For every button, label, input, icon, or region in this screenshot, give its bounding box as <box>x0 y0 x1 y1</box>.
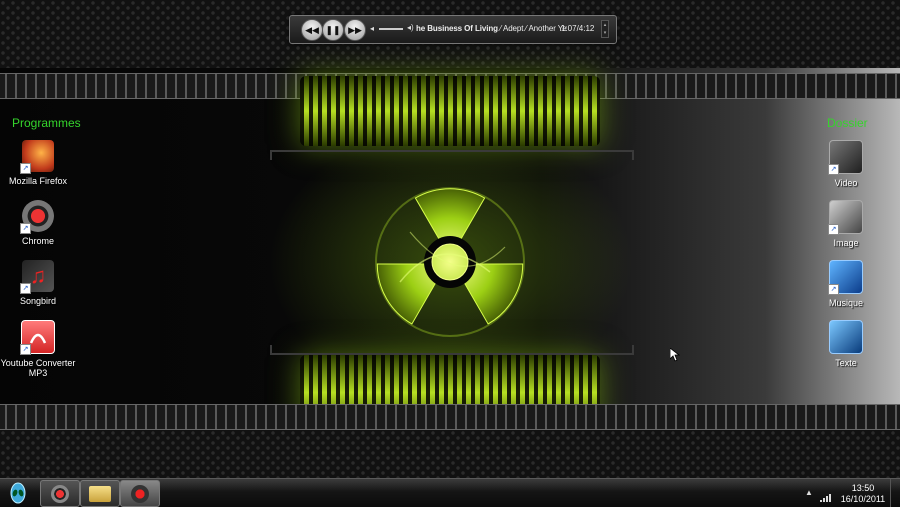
folder-icon <box>89 485 111 502</box>
shortcut-arrow-icon: ↗ <box>20 344 31 355</box>
image-folder-icon: ↗ <box>828 200 863 235</box>
songbird-icon: ♫ ↗ <box>20 260 54 294</box>
volume-slider[interactable] <box>379 28 403 30</box>
shortcut-arrow-icon: ↗ <box>20 223 31 234</box>
desktop-icon-label: Musique <box>828 298 864 308</box>
volume-high-icon[interactable]: ◂) <box>407 23 414 32</box>
shortcut-arrow-icon: ↗ <box>828 224 839 235</box>
shortcut-arrow-icon: ↗ <box>828 164 839 175</box>
volume-low-icon[interactable]: ◂ <box>370 24 374 33</box>
pause-button[interactable]: ❚❚ <box>322 19 344 41</box>
shortcut-arrow-icon: ↗ <box>828 284 839 295</box>
desktop-icon-video[interactable]: ↗ Video <box>808 140 884 188</box>
desktop-wallpaper: ◀◀ ❚❚ ▶▶ ◂ ◂) he Business Of Living ⁄ Ad… <box>0 0 900 478</box>
desktop-icon-songbird[interactable]: ♫ ↗ Songbird <box>0 260 76 306</box>
mouse-cursor-icon <box>669 347 681 367</box>
alien-head-icon <box>10 482 26 504</box>
desktop-icon-chrome[interactable]: ↗ Chrome <box>0 200 76 246</box>
track-title: he Business Of Living <box>416 24 498 33</box>
wallpaper-rail-bottom <box>0 404 900 430</box>
shortcut-arrow-icon: ↗ <box>20 283 31 294</box>
start-button[interactable] <box>4 481 32 505</box>
desktop-icon-label: Songbird <box>19 296 57 306</box>
taskbar-explorer-button[interactable] <box>80 480 120 507</box>
wallpaper-panel-edge <box>270 150 634 160</box>
clock-time: 13:50 <box>851 483 875 493</box>
text-folder-icon <box>829 320 863 354</box>
desktop-icon-label: Chrome <box>21 236 54 246</box>
desktop-icon-firefox[interactable]: ↗ Mozilla Firefox <box>0 140 76 186</box>
taskbar: ▲ 13:50 16/10/2011 <box>0 478 900 507</box>
chrome-icon <box>51 484 69 503</box>
media-player: ◀◀ ❚❚ ▶▶ ◂ ◂) he Business Of Living ⁄ Ad… <box>289 15 617 44</box>
taskbar-chrome-button[interactable] <box>40 480 80 507</box>
track-artist: Adept <box>502 24 524 33</box>
group-label-dossier: Dossier <box>827 116 868 130</box>
shortcut-arrow-icon: ↗ <box>20 163 31 174</box>
desktop-icon-texte[interactable]: Texte <box>808 320 884 368</box>
youtube-converter-icon: ↗ <box>20 320 55 355</box>
songbird-icon <box>131 484 149 503</box>
show-desktop-button[interactable] <box>890 479 900 507</box>
previous-track-button[interactable]: ◀◀ <box>301 19 323 41</box>
next-track-button[interactable]: ▶▶ <box>344 19 366 41</box>
taskbar-songbird-button[interactable] <box>120 480 160 507</box>
track-time: 1:07/4:12 <box>561 24 595 33</box>
desktop-icon-youtube-converter[interactable]: ↗ Youtube Converter MP3 <box>0 320 76 378</box>
desktop-icon-image[interactable]: ↗ Image <box>808 200 884 248</box>
video-folder-icon: ↗ <box>828 140 863 175</box>
clock-date: 16/10/2011 <box>840 494 886 504</box>
firefox-icon: ↗ <box>20 140 54 174</box>
desktop-icon-label: Texte <box>835 358 857 368</box>
system-clock[interactable]: 13:50 16/10/2011 <box>838 483 888 505</box>
wallpaper-mesh-bottom <box>0 430 900 478</box>
desktop-icon-label: Mozilla Firefox <box>8 176 67 186</box>
desktop-icon-label: Youtube Converter MP3 <box>0 358 76 378</box>
network-signal-icon[interactable] <box>820 489 832 507</box>
wallpaper-glow-grill-top <box>300 76 600 146</box>
wallpaper-panel-edge <box>270 345 634 355</box>
desktop-icon-label: Image <box>833 238 859 248</box>
radiation-symbol-icon <box>372 184 528 340</box>
music-folder-icon: ↗ <box>828 260 863 295</box>
chrome-icon: ↗ <box>20 200 54 234</box>
show-hidden-icons-icon[interactable]: ▲ <box>805 488 813 497</box>
player-menu-button[interactable]: ▴ ▾ <box>601 20 609 38</box>
group-label-programmes: Programmes <box>12 116 81 130</box>
desktop-icon-label: Video <box>834 178 858 188</box>
now-playing-text: he Business Of Living ⁄ Adept ⁄ Another … <box>416 24 576 33</box>
desktop-icon-musique[interactable]: ↗ Musique <box>808 260 884 308</box>
